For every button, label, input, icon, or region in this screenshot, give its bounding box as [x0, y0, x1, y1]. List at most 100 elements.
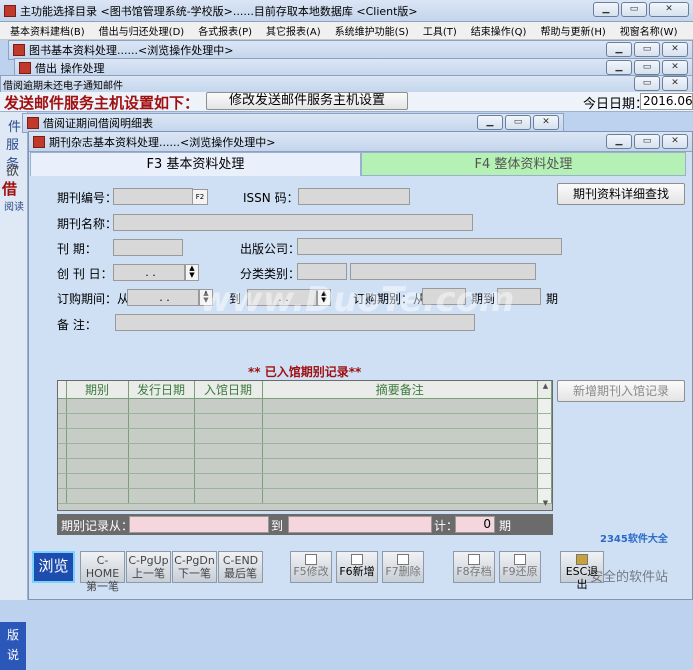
- bg-fragment-4: 借: [2, 180, 18, 198]
- delete-button[interactable]: F7删除: [382, 551, 424, 583]
- first-record-button[interactable]: C-HOME 第一笔: [80, 551, 125, 593]
- mail-banner: 发送邮件服务主机设置如下： 修改发送邮件服务主机设置 今日日期： 2016.06…: [0, 92, 693, 112]
- period-label: 刊 期：: [57, 242, 97, 256]
- table-row[interactable]: [58, 398, 552, 414]
- close-button[interactable]: ✕: [662, 60, 688, 75]
- table-row[interactable]: [58, 413, 552, 429]
- duote-watermark: www.DuoTe.com: [200, 280, 515, 320]
- edit-button[interactable]: F5修改: [290, 551, 332, 583]
- delete-icon: [397, 554, 409, 565]
- minimize-button[interactable]: ▁: [606, 42, 632, 57]
- table-row[interactable]: [58, 473, 552, 489]
- founded-date-input[interactable]: . .: [113, 264, 185, 281]
- next-record-label: 下一笔: [178, 567, 211, 580]
- issue-suffix-label: 期: [546, 292, 559, 306]
- founded-date-spinner[interactable]: ▲ ▼: [185, 264, 199, 281]
- bg-window-email-title: 借阅逾期未还电子通知邮件: [3, 80, 123, 92]
- scroll-down-icon[interactable]: ▼: [539, 499, 552, 509]
- issn-label: ISSN 码：: [243, 191, 299, 205]
- menu-bar: 基本资料建档(B) 借出与归还处理(D) 各式报表(P) 其它报表(A) 系统维…: [0, 22, 693, 40]
- issue-records-grid[interactable]: 期别 发行日期 入馆日期 摘要备注: [57, 380, 553, 511]
- menu-item-tools[interactable]: 工具(T): [423, 23, 457, 38]
- maximize-button[interactable]: ▭: [634, 134, 660, 149]
- slogan-watermark: 安全的软件站: [590, 570, 669, 585]
- name-input[interactable]: [113, 214, 473, 231]
- main-title-bar: 主功能选择目录 <图书馆管理系统-学校版>......目前存取本地数据库 <Cl…: [0, 0, 693, 22]
- publisher-input[interactable]: [297, 238, 562, 255]
- sub-period-label: 订购期间：从: [57, 292, 130, 306]
- maximize-button[interactable]: ▭: [634, 76, 660, 91]
- minimize-button[interactable]: ▁: [477, 115, 503, 130]
- summary-from-input[interactable]: [129, 516, 269, 533]
- window-icon: [27, 117, 39, 129]
- close-button[interactable]: ✕: [649, 2, 689, 17]
- maximize-button[interactable]: ▭: [634, 42, 660, 57]
- detail-search-button[interactable]: 期刊资料详细查找: [557, 183, 685, 205]
- summary-to-input[interactable]: [288, 516, 432, 533]
- date-value: 2016.06.: [640, 93, 693, 110]
- menu-item-other-reports[interactable]: 其它报表(A): [266, 23, 321, 38]
- f2-lookup-button[interactable]: F2: [192, 189, 208, 205]
- records-title: ** 已入馆期别记录**: [248, 365, 362, 379]
- minimize-button[interactable]: ▁: [606, 134, 632, 149]
- scroll-up-icon[interactable]: ▲: [539, 382, 552, 392]
- close-button[interactable]: ✕: [533, 115, 559, 130]
- bg-left-strip: 件 服务 欲 借 阅读 版 说: [0, 112, 28, 670]
- menu-item-window[interactable]: 视窗名称(W): [620, 23, 678, 38]
- close-button[interactable]: ✕: [662, 134, 688, 149]
- bg-window-book-data-title: 图书基本资料处理......<浏览操作处理中>: [29, 44, 234, 57]
- period-input[interactable]: [113, 239, 183, 256]
- table-row[interactable]: [58, 458, 552, 474]
- add-label: F6新增: [339, 565, 375, 578]
- bg-window-email[interactable]: 借阅逾期未还电子通知邮件 ▭ ✕: [0, 75, 693, 93]
- table-row[interactable]: [58, 443, 552, 459]
- menu-item-reports[interactable]: 各式报表(P): [198, 23, 252, 38]
- edit-label: F5修改: [293, 565, 329, 578]
- sub-from-date-input[interactable]: . .: [127, 289, 199, 306]
- window-icon: [33, 135, 45, 148]
- grid-col-arrival-date: 入馆日期: [194, 381, 263, 399]
- next-record-button[interactable]: C-PgDn 下一笔: [172, 551, 217, 583]
- close-button[interactable]: ✕: [662, 76, 688, 91]
- save-button[interactable]: F8存档: [453, 551, 495, 583]
- app-icon: [4, 4, 16, 17]
- modify-mail-server-button[interactable]: 修改发送邮件服务主机设置: [206, 92, 408, 110]
- founded-label: 创 刊 日：: [57, 267, 113, 281]
- restore-button[interactable]: F9还原: [499, 551, 541, 583]
- maximize-button[interactable]: ▭: [634, 60, 660, 75]
- window-icon: [19, 62, 31, 74]
- periodical-no-label: 期刊编号：: [57, 191, 118, 205]
- maximize-button[interactable]: ▭: [621, 2, 647, 17]
- add-button[interactable]: F6新增: [336, 551, 378, 583]
- menu-item-lend-return[interactable]: 借出与归还处理(D): [99, 23, 185, 38]
- undo-icon: [514, 554, 526, 565]
- tab-overall-data[interactable]: F4 整体资料处理: [361, 152, 686, 176]
- bg-window-card-detail[interactable]: 借阅证期间借阅明细表 ▁ ▭ ✕: [22, 113, 564, 133]
- publisher-label: 出版公司：: [240, 242, 301, 256]
- issn-input[interactable]: [298, 188, 410, 205]
- category-name-input[interactable]: [350, 263, 536, 280]
- bg-window-book-data[interactable]: 图书基本资料处理......<浏览操作处理中> ▁ ▭ ✕: [8, 40, 693, 60]
- menu-item-basic-data[interactable]: 基本资料建档(B): [10, 23, 85, 38]
- minimize-button[interactable]: ▁: [606, 60, 632, 75]
- menu-item-help[interactable]: 帮助与更新(H): [540, 23, 605, 38]
- periodical-no-input[interactable]: [113, 188, 193, 205]
- prev-record-button[interactable]: C-PgUp 上一笔: [126, 551, 171, 583]
- minimize-button[interactable]: ▁: [593, 2, 619, 17]
- menu-item-exit[interactable]: 结束操作(Q): [471, 23, 527, 38]
- maximize-button[interactable]: ▭: [505, 115, 531, 130]
- category-code-input[interactable]: [297, 263, 347, 280]
- last-record-button[interactable]: C-END 最后笔: [218, 551, 263, 583]
- summary-bar: 期别记录从： 到 计： 0 期: [57, 514, 553, 535]
- delete-label: F7删除: [385, 565, 421, 578]
- menu-item-maintenance[interactable]: 系统维护功能(S): [335, 23, 409, 38]
- prev-record-key: C-PgUp: [128, 554, 169, 567]
- date-label: 今日日期：: [583, 97, 649, 112]
- browse-button[interactable]: 浏览: [32, 551, 75, 583]
- bg-fragment-1: 件: [8, 120, 22, 135]
- tab-basic-data[interactable]: F3 基本资料处理: [30, 152, 361, 176]
- table-row[interactable]: [58, 488, 552, 504]
- add-issue-record-button[interactable]: 新增期刊入馆记录: [557, 380, 685, 402]
- close-button[interactable]: ✕: [662, 42, 688, 57]
- table-row[interactable]: [58, 428, 552, 444]
